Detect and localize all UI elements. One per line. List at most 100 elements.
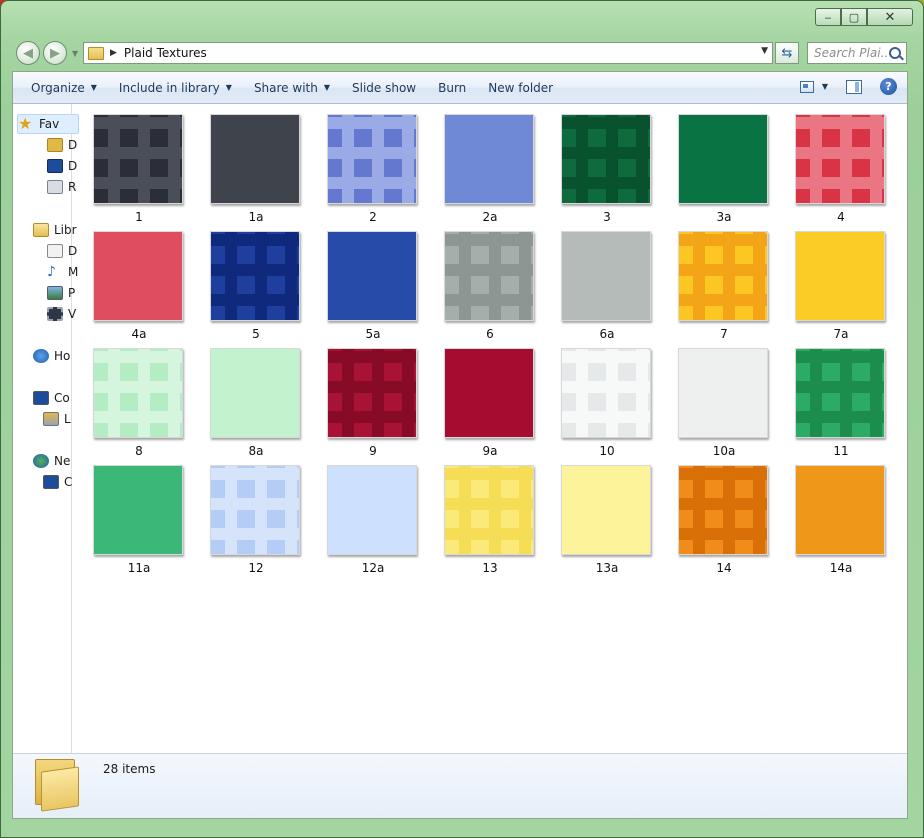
solid-thumbnail (210, 114, 300, 204)
slide-show-button[interactable]: Slide show (341, 72, 427, 103)
nav-fav-recent[interactable]: R (47, 178, 76, 196)
address-bar[interactable]: ▶ Plaid Textures ▼ (83, 42, 773, 64)
folder-icon (47, 138, 63, 152)
file-item[interactable]: 4 (795, 114, 887, 226)
minimize-button[interactable]: ‒ (815, 8, 841, 26)
computer-icon (33, 391, 49, 405)
nav-network-computer[interactable]: C (43, 473, 72, 491)
file-item[interactable]: 8a (210, 348, 302, 460)
nav-homegroup[interactable]: Ho (33, 347, 70, 365)
change-view-icon[interactable] (799, 80, 814, 93)
file-name: 12 (248, 561, 264, 575)
documents-icon (47, 244, 63, 258)
plaid-thumbnail (93, 114, 183, 204)
breadcrumb-current[interactable]: Plaid Textures (124, 46, 207, 60)
file-item[interactable]: 11 (795, 348, 887, 460)
file-item[interactable]: 10 (561, 348, 653, 460)
file-item[interactable]: 2 (327, 114, 419, 226)
solid-thumbnail (678, 114, 768, 204)
solid-thumbnail (327, 231, 417, 321)
solid-thumbnail (444, 348, 534, 438)
nav-label: C (64, 475, 73, 489)
file-item[interactable]: 8 (93, 348, 185, 460)
new-folder-button[interactable]: New folder (477, 72, 564, 103)
close-button[interactable]: ✕ (867, 8, 913, 26)
solid-thumbnail (678, 348, 768, 438)
file-item[interactable]: 4a (93, 231, 185, 343)
music-icon: ♪ (47, 264, 56, 280)
plaid-thumbnail (678, 465, 768, 555)
share-with-button[interactable]: Share with ▼ (243, 72, 341, 103)
file-name: 7a (833, 327, 849, 341)
nav-libraries[interactable]: Libr (33, 221, 77, 239)
share-with-label: Share with (253, 80, 318, 95)
nav-computer[interactable]: Co (33, 389, 70, 407)
file-name: 11a (127, 561, 151, 575)
nav-lib-pictures[interactable]: P (47, 284, 75, 302)
search-placeholder[interactable]: Search Plai... (814, 46, 888, 60)
search-box[interactable]: Search Plai... (807, 42, 907, 64)
file-name: 10a (712, 444, 736, 458)
plaid-thumbnail (561, 348, 651, 438)
file-item[interactable]: 3a (678, 114, 770, 226)
maximize-button[interactable]: ▢ (841, 8, 867, 26)
nav-favorites[interactable]: ★ Fav (17, 114, 79, 134)
burn-label: Burn (438, 80, 467, 95)
file-item[interactable]: 5a (327, 231, 419, 343)
nav-label: Ne (54, 454, 71, 468)
chevron-down-icon: ▼ (323, 83, 330, 92)
preview-pane-icon[interactable] (846, 79, 862, 94)
include-in-library-button[interactable]: Include in library ▼ (108, 72, 243, 103)
file-item[interactable]: 10a (678, 348, 770, 460)
file-item[interactable]: 7a (795, 231, 887, 343)
file-item[interactable]: 1a (210, 114, 302, 226)
file-item[interactable]: 13 (444, 465, 536, 577)
recent-places-icon (47, 180, 63, 194)
file-item[interactable]: 14a (795, 465, 887, 577)
file-item[interactable]: 7 (678, 231, 770, 343)
nav-computer-localdisk[interactable]: L (43, 410, 71, 428)
file-item[interactable]: 13a (561, 465, 653, 577)
help-icon[interactable]: ? (880, 78, 897, 95)
plaid-thumbnail (678, 231, 768, 321)
address-dropdown-icon[interactable]: ▼ (761, 46, 768, 56)
network-icon (33, 454, 49, 468)
item-count: 28 items (103, 762, 156, 776)
file-name: 1a (248, 210, 264, 224)
nav-label: Ho (54, 349, 71, 363)
libraries-icon (33, 223, 49, 237)
forward-button[interactable]: ▶ (43, 41, 67, 65)
file-item[interactable]: 1 (93, 114, 185, 226)
plaid-thumbnail (444, 231, 534, 321)
file-name: 13a (595, 561, 619, 575)
search-icon[interactable] (889, 47, 901, 59)
file-name: 2 (369, 210, 377, 224)
back-button[interactable]: ◀ (16, 41, 40, 65)
burn-button[interactable]: Burn (427, 72, 477, 103)
file-item[interactable]: 5 (210, 231, 302, 343)
monitor-icon (47, 159, 63, 173)
recent-pages-dropdown[interactable]: ▼ (72, 49, 78, 58)
file-item[interactable]: 6 (444, 231, 536, 343)
file-item[interactable]: 14 (678, 465, 770, 577)
solid-thumbnail (561, 231, 651, 321)
file-item[interactable]: 12 (210, 465, 302, 577)
plaid-thumbnail (210, 465, 300, 555)
nav-network[interactable]: Ne (33, 452, 70, 470)
plaid-thumbnail (327, 114, 417, 204)
navigation-pane: ★ Fav D D R Libr D ♪ M P V Ho Co L Ne C (13, 104, 79, 756)
file-item[interactable]: 3 (561, 114, 653, 226)
refresh-button[interactable]: ⇆ (775, 42, 799, 64)
file-name: 10 (599, 444, 615, 458)
chevron-down-icon: ▼ (225, 83, 232, 92)
file-item[interactable]: 9a (444, 348, 536, 460)
breadcrumb-arrow-icon[interactable]: ▶ (110, 48, 117, 58)
organize-button[interactable]: Organize ▼ (13, 72, 108, 103)
nav-lib-videos[interactable]: V (47, 305, 76, 323)
view-options-dropdown[interactable]: ▼ (822, 82, 828, 91)
file-item[interactable]: 12a (327, 465, 419, 577)
file-item[interactable]: 11a (93, 465, 185, 577)
file-item[interactable]: 9 (327, 348, 419, 460)
file-item[interactable]: 2a (444, 114, 536, 226)
file-item[interactable]: 6a (561, 231, 653, 343)
